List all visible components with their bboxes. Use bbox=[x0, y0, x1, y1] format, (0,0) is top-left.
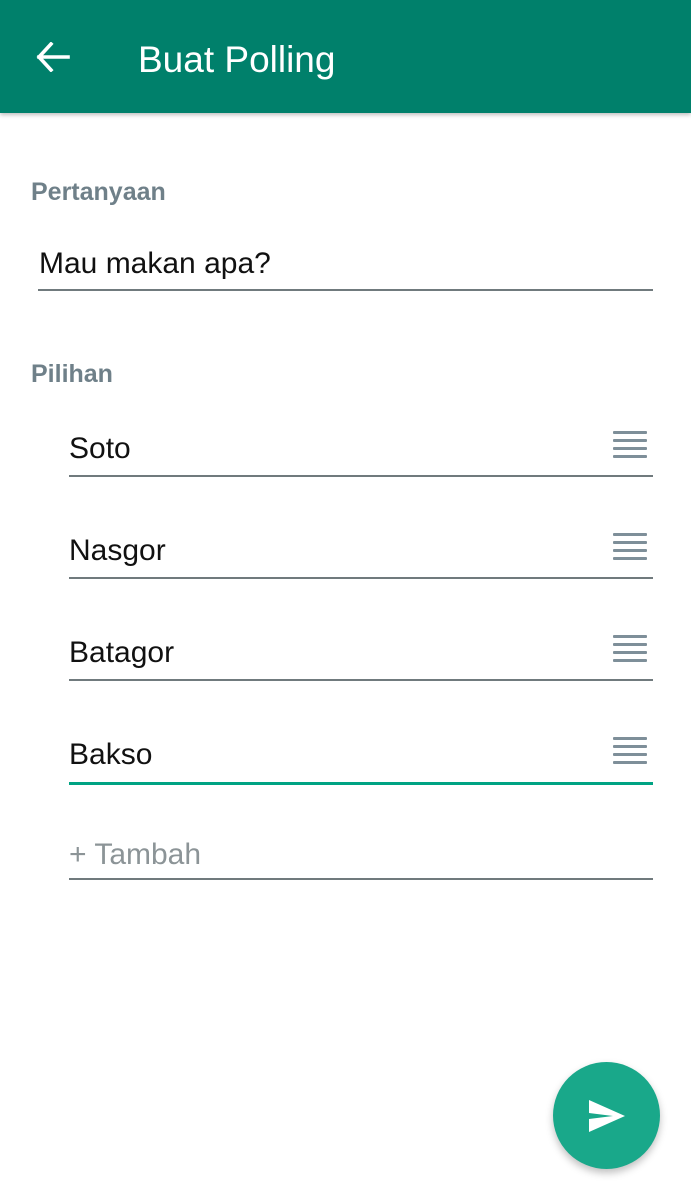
option-input-1[interactable]: Soto bbox=[69, 427, 653, 477]
drag-handle-icon[interactable] bbox=[613, 635, 647, 663]
options-label: Pilihan bbox=[31, 360, 113, 388]
question-input[interactable]: Mau makan apa? bbox=[38, 236, 653, 291]
drag-handle-icon[interactable] bbox=[613, 431, 647, 459]
app-bar: Buat Polling bbox=[0, 0, 691, 113]
option-value: Soto bbox=[69, 432, 131, 465]
arrow-left-icon bbox=[36, 42, 70, 72]
drag-handle-icon[interactable] bbox=[613, 533, 647, 561]
question-value: Mau makan apa? bbox=[39, 247, 271, 280]
send-button[interactable] bbox=[553, 1062, 660, 1169]
question-label: Pertanyaan bbox=[31, 178, 166, 206]
page-title: Buat Polling bbox=[138, 39, 336, 80]
option-value: Bakso bbox=[69, 738, 153, 771]
option-input-3[interactable]: Batagor bbox=[69, 631, 653, 681]
add-option-placeholder: + Tambah bbox=[69, 838, 202, 871]
option-input-4[interactable]: Bakso bbox=[69, 733, 653, 785]
add-option-input[interactable]: + Tambah bbox=[69, 830, 653, 880]
drag-handle-icon[interactable] bbox=[613, 737, 647, 765]
option-value: Batagor bbox=[69, 636, 175, 669]
option-input-2[interactable]: Nasgor bbox=[69, 529, 653, 579]
back-button[interactable] bbox=[22, 26, 84, 88]
option-value: Nasgor bbox=[69, 534, 166, 567]
send-icon bbox=[588, 1099, 625, 1132]
